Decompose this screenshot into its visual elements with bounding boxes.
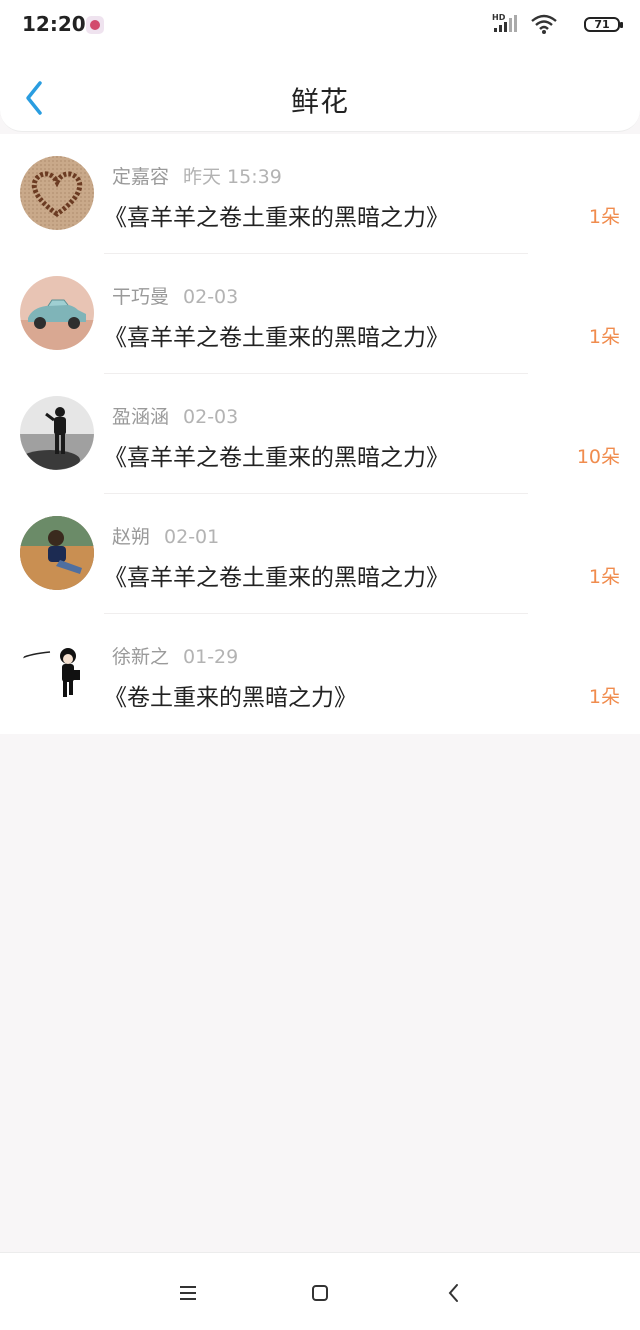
flower-count: 1朵 — [588, 566, 620, 588]
book-title: 《喜羊羊之卷土重来的黑暗之力》 — [104, 445, 449, 471]
book-title: 《卷土重来的黑暗之力》 — [104, 685, 357, 711]
battery-indicator: 71 — [584, 17, 623, 32]
item-meta: 盈涵涵 02-03 — [112, 402, 238, 429]
person-sofa-avatar — [20, 516, 94, 590]
list-item[interactable]: 徐新之 01-29 《卷土重来的黑暗之力》 1朵 — [0, 614, 640, 734]
list-item[interactable]: 干巧曼 02-03 《喜羊羊之卷土重来的黑暗之力》 1朵 — [0, 254, 640, 374]
network-label: HD — [492, 13, 506, 22]
flower-count: 1朵 — [588, 326, 620, 348]
sender-name: 徐新之 — [112, 646, 170, 668]
flower-count: 10朵 — [576, 446, 620, 468]
list-item[interactable]: 定嘉容 昨天 15:39 《喜羊羊之卷土重来的黑暗之力》 1朵 — [0, 134, 640, 254]
book-title: 《喜羊羊之卷土重来的黑暗之力》 — [104, 205, 449, 231]
menu-button[interactable] — [174, 1279, 202, 1307]
list-item[interactable]: 赵朔 02-01 《喜羊羊之卷土重来的黑暗之力》 1朵 — [0, 494, 640, 614]
signal-icon: HD — [492, 13, 517, 32]
list-item[interactable]: 盈涵涵 02-03 《喜羊羊之卷土重来的黑暗之力》 10朵 — [0, 374, 640, 494]
system-back-button[interactable] — [440, 1279, 468, 1307]
flower-count: 1朵 — [588, 686, 620, 708]
system-nav-bar — [0, 1252, 640, 1330]
home-square-icon — [312, 1285, 328, 1301]
cartoon-avatar — [20, 636, 94, 710]
send-time: 02-01 — [164, 526, 220, 548]
sender-name: 定嘉容 — [112, 166, 170, 188]
wifi-icon — [531, 14, 557, 34]
send-time: 昨天 15:39 — [183, 166, 282, 188]
notification-icon — [86, 16, 104, 34]
car-avatar — [20, 276, 94, 350]
sender-name: 赵朔 — [112, 526, 151, 548]
home-button[interactable] — [306, 1279, 334, 1307]
send-time: 01-29 — [183, 646, 239, 668]
item-meta: 定嘉容 昨天 15:39 — [112, 162, 282, 189]
send-time: 02-03 — [183, 286, 239, 308]
sender-name: 盈涵涵 — [112, 406, 170, 428]
back-arrow-icon — [448, 1284, 458, 1302]
header: 鲜花 — [0, 52, 640, 132]
item-meta: 赵朔 02-01 — [112, 522, 219, 549]
page-title: 鲜花 — [290, 85, 349, 118]
heart-avatar — [20, 156, 94, 230]
sender-name: 干巧曼 — [112, 286, 170, 308]
flower-count: 1朵 — [588, 206, 620, 228]
status-bar: 12:20 HD 71 — [0, 0, 640, 52]
book-title: 《喜羊羊之卷土重来的黑暗之力》 — [104, 325, 449, 351]
item-meta: 干巧曼 02-03 — [112, 282, 238, 309]
send-time: 02-03 — [183, 406, 239, 428]
status-time: 12:20 — [22, 12, 86, 36]
item-meta: 徐新之 01-29 — [112, 642, 238, 669]
person-beach-avatar — [20, 396, 94, 470]
flower-list: 定嘉容 昨天 15:39 《喜羊羊之卷土重来的黑暗之力》 1朵 干巧曼 02-03 … — [0, 134, 640, 734]
book-title: 《喜羊羊之卷土重来的黑暗之力》 — [104, 565, 449, 591]
menu-icon — [180, 1286, 196, 1300]
